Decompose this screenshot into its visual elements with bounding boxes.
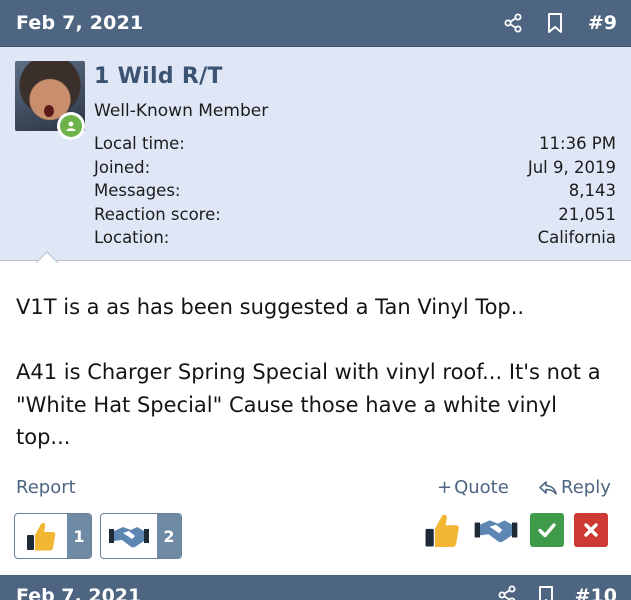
bookmark-icon[interactable]	[544, 12, 566, 34]
post-number[interactable]: #9	[588, 12, 617, 34]
reaction-count: 1	[67, 514, 91, 558]
user-title: Well-Known Member	[94, 101, 269, 121]
username-link[interactable]: 1 Wild R/T	[94, 64, 223, 89]
stat-label: Reaction score:	[94, 204, 221, 224]
stat-value: 11:36 PM	[539, 134, 616, 153]
message-caret	[34, 250, 60, 263]
next-post-header: Feb 7, 2021 #10	[0, 575, 631, 600]
quote-button[interactable]: + Quote	[437, 477, 509, 498]
online-status-badge	[57, 112, 85, 140]
reply-button[interactable]: Reply	[538, 477, 611, 498]
handshake-icon	[101, 514, 157, 558]
message-body: V1T is a as has been suggested a Tan Vin…	[16, 291, 616, 486]
post-date[interactable]: Feb 7, 2021	[16, 12, 143, 34]
post-header: Feb 7, 2021 #9	[0, 0, 631, 47]
bookmark-icon[interactable]	[537, 585, 555, 600]
message-paragraph: V1T is a as has been suggested a Tan Vin…	[16, 295, 525, 319]
stat-value[interactable]: California	[538, 226, 616, 250]
share-icon[interactable]	[497, 585, 517, 600]
stat-value: 21,051	[558, 204, 616, 224]
check-icon[interactable]	[530, 513, 564, 547]
reaction-thumbs-up-count[interactable]: 1	[14, 513, 92, 559]
post-date[interactable]: Feb 7, 2021	[16, 585, 141, 600]
stat-label: Local time:	[94, 134, 185, 153]
stat-value: Jul 9, 2019	[527, 157, 616, 177]
reaction-count: 2	[157, 514, 181, 558]
reply-icon	[538, 480, 558, 496]
user-info-block: 1 Wild R/T Well-Known Member Local time:…	[0, 47, 631, 261]
share-icon[interactable]	[502, 12, 524, 34]
stat-messages: Messages: 8,143	[94, 179, 616, 203]
handshake-icon[interactable]	[472, 514, 520, 546]
message-paragraph: A41 is Charger Spring Special with vinyl…	[16, 360, 608, 449]
report-link[interactable]: Report	[16, 477, 76, 498]
post-footer-actions: Report + Quote Reply	[0, 477, 631, 503]
stat-joined: Joined: Jul 9, 2019	[94, 156, 616, 180]
reaction-picker	[422, 510, 608, 550]
reaction-handshake-count[interactable]: 2	[100, 513, 182, 559]
plus-icon: +	[437, 477, 453, 498]
user-online-icon	[60, 115, 82, 137]
stat-local-time: Local time: 11:36 PM	[94, 132, 616, 156]
thumbs-up-icon[interactable]	[422, 510, 462, 550]
user-stats: Local time: 11:36 PM Joined: Jul 9, 2019…	[94, 132, 616, 250]
thumbs-up-icon	[15, 514, 67, 558]
stat-location: Location: California	[94, 226, 616, 250]
post-header-actions: #10	[497, 585, 617, 600]
stat-label: Messages:	[94, 181, 181, 201]
stat-label: Location:	[94, 228, 170, 248]
stat-reaction-score: Reaction score: 21,051	[94, 203, 616, 227]
stat-value[interactable]: 8,143	[569, 179, 616, 203]
reaction-summary: 1 2	[14, 513, 182, 559]
post-number[interactable]: #10	[575, 585, 617, 600]
post-header-actions: #9	[502, 12, 617, 34]
avatar[interactable]	[15, 61, 85, 178]
reply-label: Reply	[561, 477, 611, 498]
stat-label: Joined:	[94, 157, 151, 177]
x-icon[interactable]	[574, 513, 608, 547]
quote-label: Quote	[454, 477, 509, 498]
